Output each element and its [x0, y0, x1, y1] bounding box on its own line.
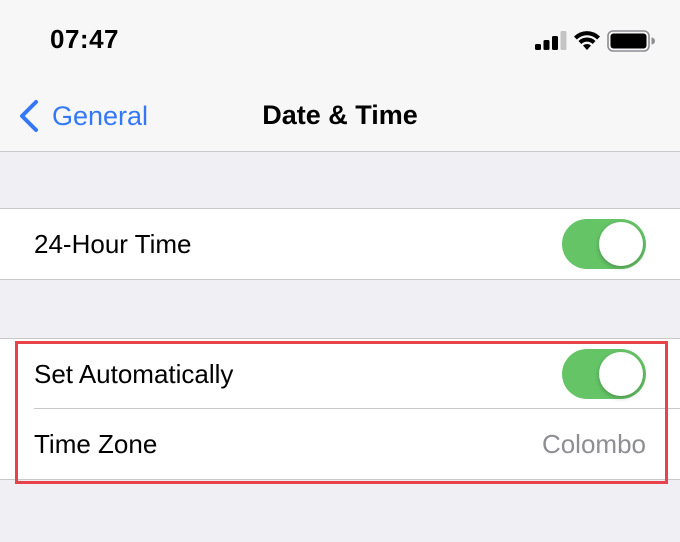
- back-button[interactable]: General: [18, 96, 148, 136]
- row-label: Time Zone: [34, 428, 158, 459]
- toggle-knob: [599, 222, 643, 266]
- battery-icon: [607, 30, 655, 52]
- row-set-automatically: Set Automatically: [0, 339, 680, 409]
- settings-group-time-format: 24-Hour Time: [0, 208, 680, 280]
- status-time: 07:47: [50, 24, 119, 54]
- 24-hour-time-toggle[interactable]: [562, 219, 646, 269]
- settings-screen: 07:47 Date & Time General 24-Hour Time S…: [0, 0, 680, 542]
- toggle-knob: [599, 352, 643, 396]
- chevron-left-icon: [20, 100, 38, 132]
- row-label: Set Automatically: [34, 358, 234, 389]
- status-bar: 07:47: [0, 0, 680, 80]
- row-24-hour-time: 24-Hour Time: [0, 209, 680, 279]
- row-time-zone[interactable]: Time Zone Colombo: [0, 409, 680, 479]
- settings-group-automatic: Set Automatically Time Zone Colombo: [0, 338, 680, 480]
- time-zone-value: Colombo: [541, 428, 646, 459]
- row-label: 24-Hour Time: [34, 228, 192, 259]
- wifi-icon: [574, 31, 600, 50]
- signal-icon: [535, 31, 567, 50]
- navigation-bar: Date & Time General: [0, 80, 680, 152]
- set-automatically-toggle[interactable]: [562, 349, 646, 399]
- back-button-label: General: [52, 100, 149, 131]
